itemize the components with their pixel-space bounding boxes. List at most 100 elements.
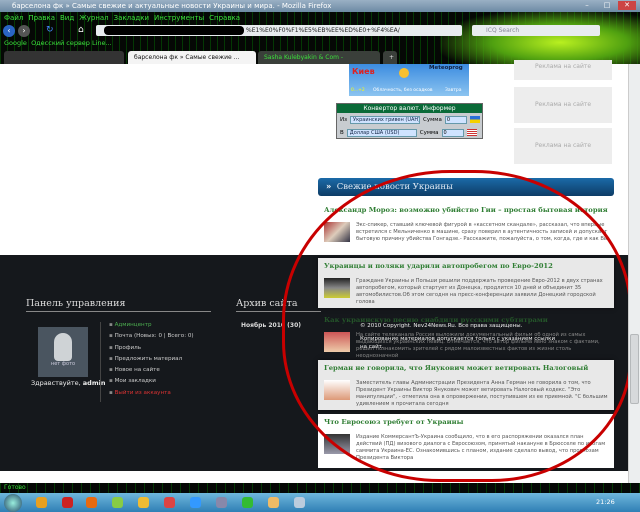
sum-input-1[interactable]: 0 [444,115,467,124]
sum-input-2[interactable]: 0 [441,128,464,137]
sum-label: Сумма [419,129,439,136]
news-thumbnail [324,222,350,242]
news-title[interactable]: Что Евросоюз требует от Украины [324,418,608,426]
news-excerpt: Заместитель главы Администрации Президен… [356,380,608,407]
bookmark-google[interactable]: Google [4,39,27,47]
news-title[interactable]: Александр Мороз: возможно убийство Гии –… [324,206,608,214]
home-icon[interactable]: ⌂ [78,25,84,35]
news-item[interactable]: Александр Мороз: возможно убийство Гии –… [318,202,614,247]
bookmarks-bar: Google Одесский сервер Line... [0,38,112,48]
menu-help[interactable]: Справка [209,14,240,22]
news-title[interactable]: Герман не говорила, что Янукович может в… [324,364,608,372]
menu-edit[interactable]: Правка [28,14,55,22]
tab-second[interactable]: Sasha Kulebyakin & Com - Онлайн... [258,51,380,64]
clock[interactable]: 21:26 [596,498,615,506]
news-thumbnail [324,278,350,298]
menu-tools[interactable]: Инструменты [154,14,204,22]
copyright-notice: Копирование материалов допускается тольк… [360,336,556,350]
greeting: Здравствуйте, admin [31,379,105,387]
taskbar-app-icon[interactable] [242,497,253,508]
tab-active[interactable]: барселона фк » Самые свежие ... [128,51,256,64]
menu-admin-center[interactable]: Админцентр [109,322,194,333]
menu-file[interactable]: Файл [4,14,23,22]
weather-city: Киев [352,67,375,76]
news-excerpt: Граждане Украины и Польши решили поддерж… [356,278,603,305]
window-title: барселона фк » Самые свежие и актуальные… [0,0,640,12]
news-thumbnail [324,380,350,400]
menu-profile[interactable]: Профиль [109,345,194,356]
news-excerpt: Экс-спикер, ставший ключевой фигурой в «… [356,222,608,242]
ad-slot[interactable]: Реклама на сайте [514,87,612,123]
ad-slot[interactable]: Реклама на сайте [514,128,612,164]
usa-flag-icon [466,129,477,136]
news-title[interactable]: Украинцы и поляки ударили автопробегом п… [324,262,608,270]
search-input[interactable]: ICQ Search [472,25,600,36]
browser-chrome: барселона фк » Самые свежие и актуальные… [0,0,640,64]
weather-brand: Meteoprog [429,65,463,71]
news-item[interactable]: Герман не говорила, что Янукович может в… [318,360,614,410]
news-item[interactable]: Украинцы и поляки ударили автопробегом п… [318,258,614,308]
avatar: нет фото [38,327,88,377]
sun-icon [399,68,409,78]
from-label: Из [340,116,348,123]
taskbar-app-icon[interactable] [62,497,73,508]
bookmark-odessa[interactable]: Одесский сервер Line... [31,39,112,47]
weather-widget[interactable]: Киев Meteoprog 0...+2 Облачность, без ос… [349,64,469,96]
menu-logout[interactable]: Выйти из аккаунта [109,390,194,401]
taskbar-app-icon[interactable] [112,497,123,508]
taskbar-app-icon[interactable] [164,497,175,508]
from-currency-select[interactable]: Украинских гривен (UAH) [350,115,421,124]
menu-bar: Файл Правка Вид Журнал Закладки Инструменты Сп… [0,13,245,23]
maximize-button[interactable]: □ [598,1,616,10]
tab-redacted[interactable] [4,51,124,64]
scrollbar-thumb[interactable] [630,334,639,404]
menu-suggest[interactable]: Предложить материал [109,356,194,367]
back-icon[interactable]: ‹ [3,25,15,37]
start-button[interactable] [4,494,22,512]
no-photo-label: нет фото [50,361,76,367]
to-currency-select[interactable]: Доллар США (USD) [346,128,417,137]
chrome-taskbar-icon[interactable] [138,497,149,508]
currency-converter: Конвертор валют. Информер Из Украинских г… [336,103,483,139]
archive-title: Архив сайта [236,298,321,312]
menu-bookmarks[interactable]: Мои закладки [109,378,194,389]
converter-title: Конвертор валют. Информер [337,104,482,113]
taskbar: 21:26 [0,493,640,512]
news-thumbnail [324,332,350,352]
taskbar-app-icon[interactable] [36,497,47,508]
copyright-line: © 2010 Copyright. Nev24News.Ru. Все прав… [360,323,523,329]
menu-view[interactable]: Вид [60,14,74,22]
menu-bookmarks[interactable]: Закладки [114,14,149,22]
reload-icon[interactable]: ↻ [46,25,54,35]
archive-link[interactable]: Ноябрь 2010 (30) [241,322,301,329]
close-button[interactable]: ✕ [618,1,636,10]
ad-slot[interactable]: Реклама на сайте [514,60,612,80]
menu-history[interactable]: Журнал [79,14,108,22]
status-bar: Готово [0,483,640,493]
weather-desc: Облачность, без осадков [373,88,433,93]
new-tab-button[interactable]: + [383,51,397,64]
ukraine-flag-icon [469,116,480,123]
taskbar-app-icon[interactable] [190,497,201,508]
folder-taskbar-icon[interactable] [268,497,279,508]
news-header-text: Свежие новости Украины [336,182,453,192]
news-header: » Свежие новости Украины [318,178,614,196]
vertical-scrollbar[interactable] [628,64,640,483]
menu-mail[interactable]: Почта (Новых: 0 | Всего: 0) [109,333,194,344]
menu-new[interactable]: Новое на сайте [109,367,194,378]
firefox-taskbar-icon[interactable] [86,497,97,508]
redacted-url-scribble [104,26,244,35]
greeting-text: Здравствуйте, [31,379,81,387]
weather-day: Завтра [445,88,462,93]
weather-temp: 0...+2 [351,88,365,93]
control-panel-title: Панель управления [26,298,211,312]
sum-label: Сумма [423,116,442,123]
firefox-theme-logo [440,10,640,64]
news-thumbnail [324,434,350,454]
news-item[interactable]: Что Евросоюз требует от Украины Издание К… [318,414,614,468]
taskbar-app-icon[interactable] [294,497,305,508]
forward-icon[interactable]: › [18,25,30,37]
user-silhouette-icon [54,333,72,361]
minimize-button[interactable]: – [578,1,596,10]
taskbar-app-icon[interactable] [216,497,227,508]
